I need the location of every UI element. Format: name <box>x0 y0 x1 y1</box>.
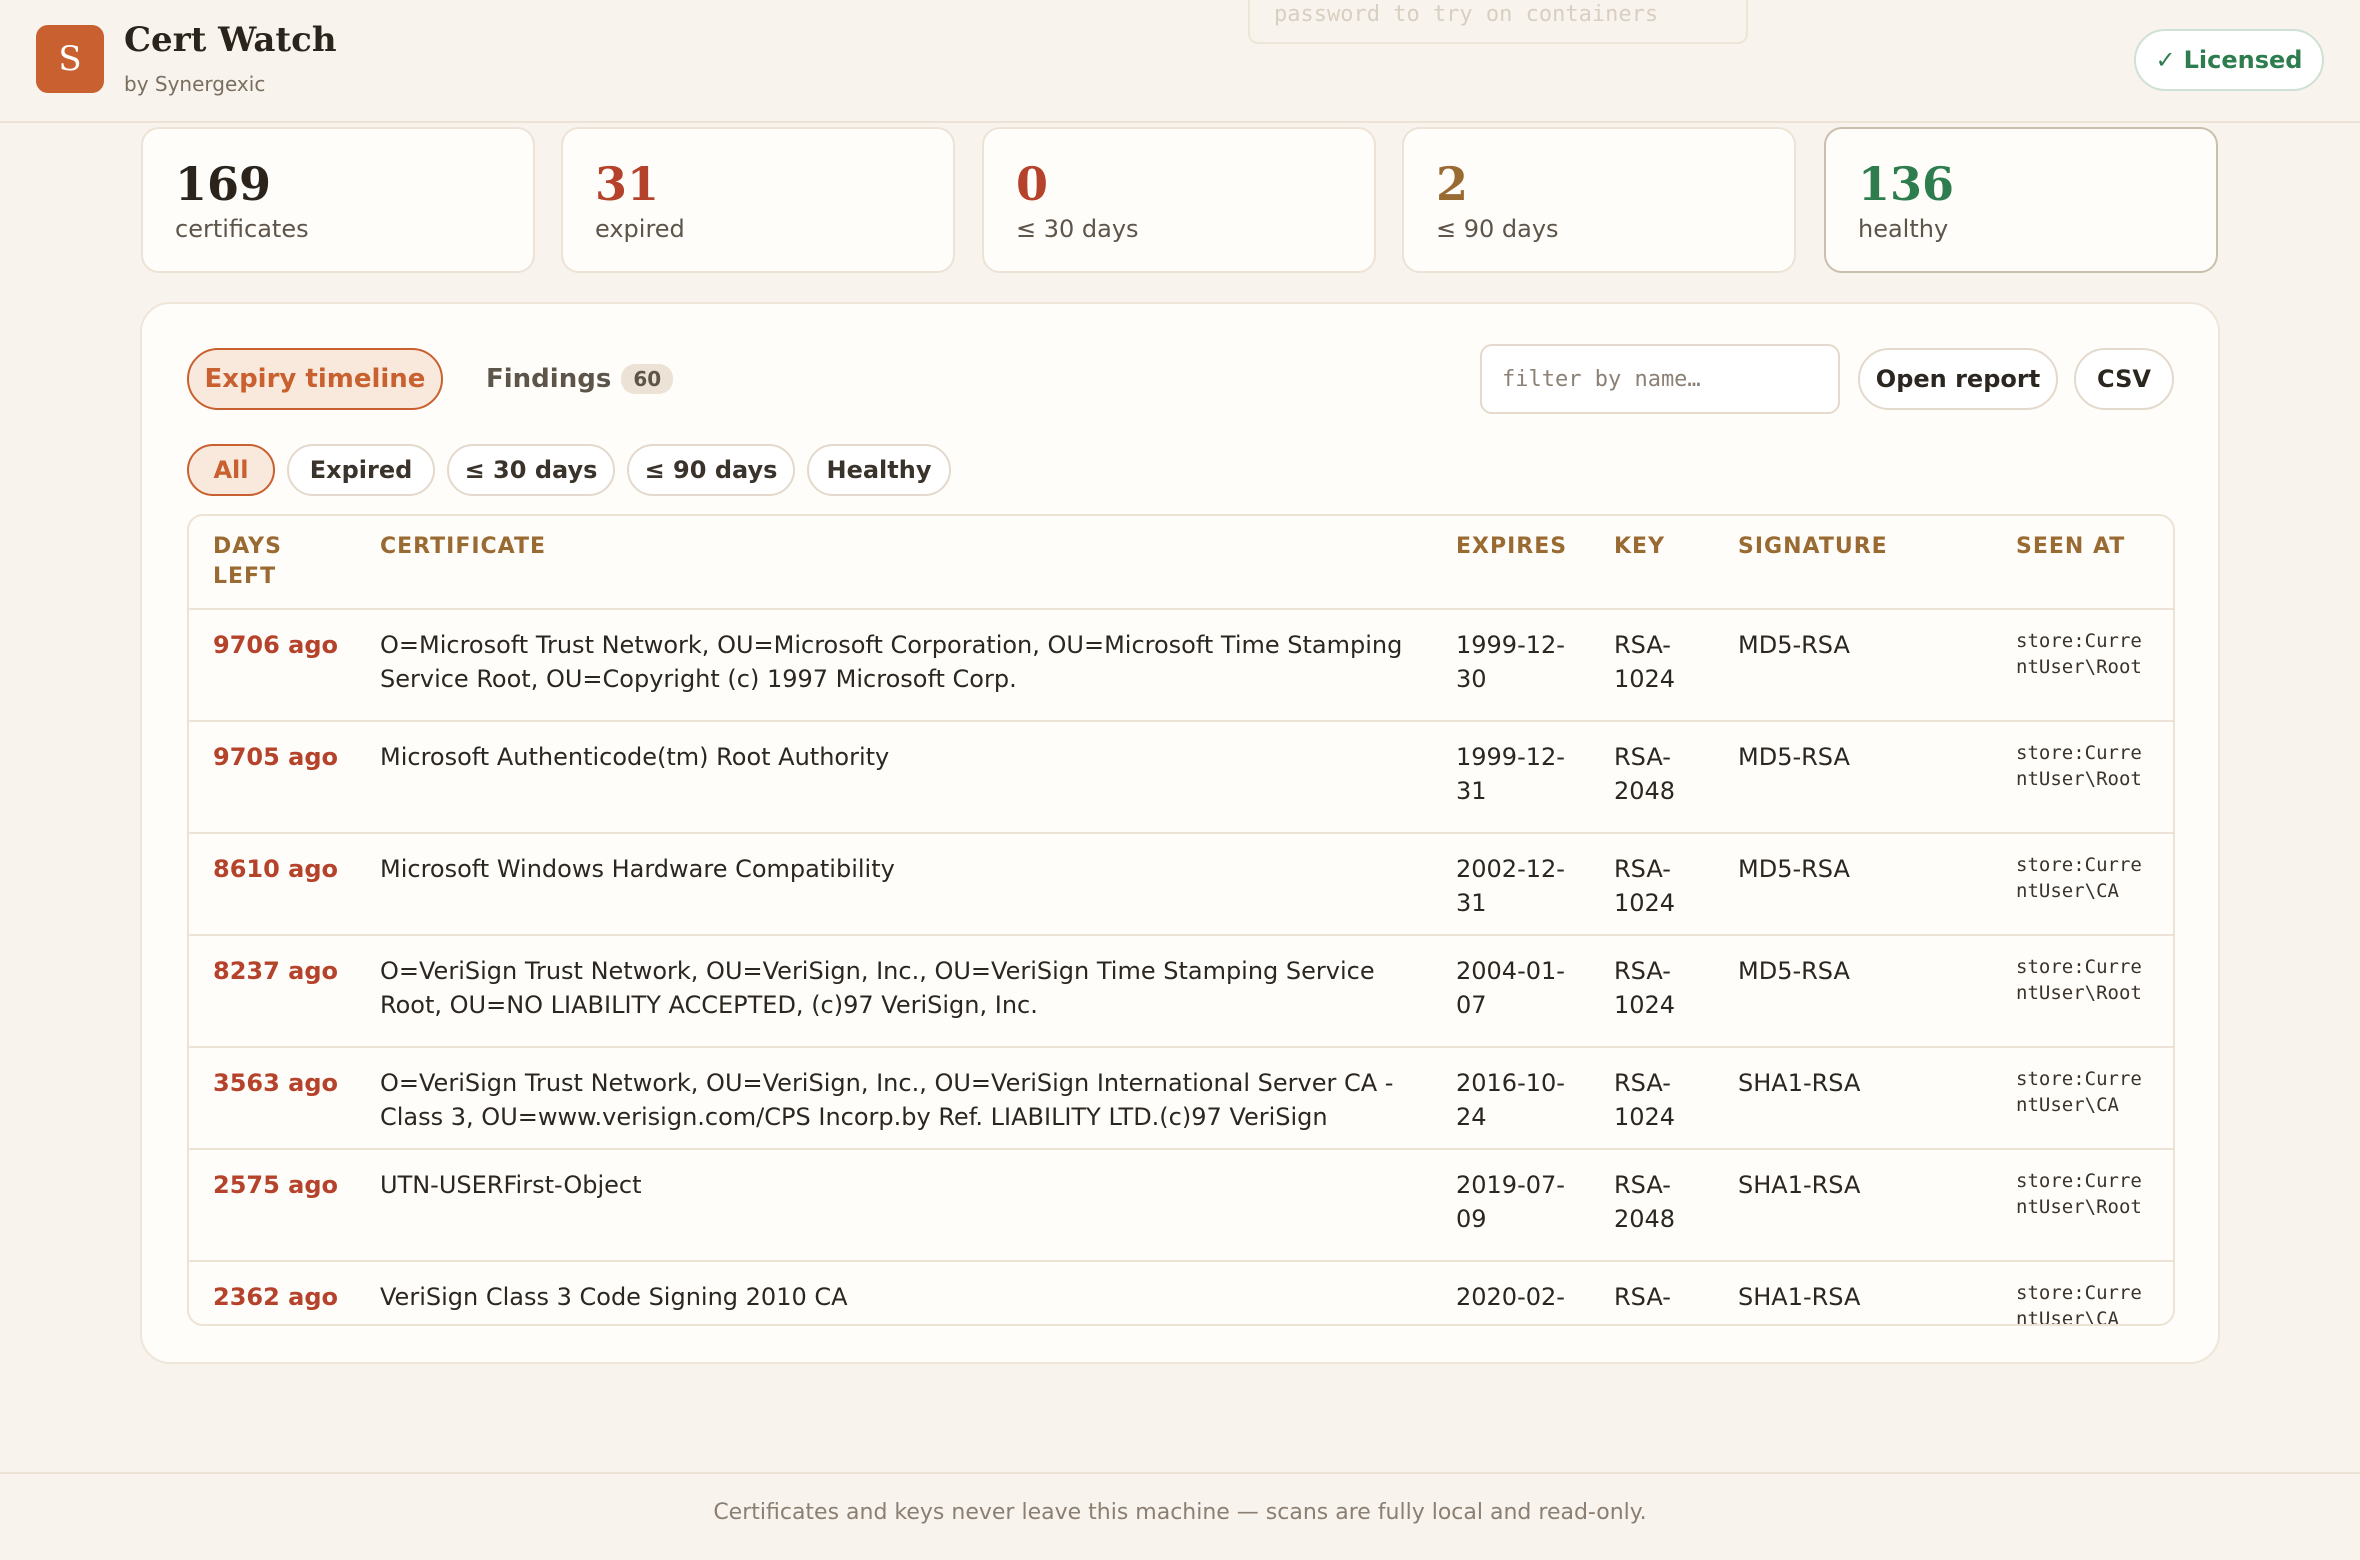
stat-card-certificates[interactable]: 169 certificates <box>141 127 535 273</box>
table-row[interactable]: 2575 ago UTN-USERFirst-Object 2019-07-09… <box>189 1150 2173 1262</box>
expires-cell: 2002-12-31 <box>1456 855 1565 917</box>
header-signature[interactable]: SIGNATURE <box>1738 532 1888 562</box>
expires-cell: 2020-02- <box>1456 1283 1565 1311</box>
seen-at-cell: store:CurrentUser\Root <box>2016 956 2142 1004</box>
header-key[interactable]: KEY <box>1614 532 1665 562</box>
signature-cell: MD5-RSA <box>1738 743 1850 771</box>
header-days-left[interactable]: DAYS LEFT <box>213 532 313 592</box>
key-cell: RSA-1024 <box>1614 957 1676 1019</box>
certificate-cell: VeriSign Class 3 Code Signing 2010 CA <box>380 1283 848 1311</box>
expires-cell: 2019-07-09 <box>1456 1171 1565 1233</box>
certificate-cell: Microsoft Authenticode(tm) Root Authorit… <box>380 743 890 771</box>
filter-pill-expired[interactable]: Expired <box>287 444 435 496</box>
seen-at-cell: store:CurrentUser\Root <box>2016 630 2142 678</box>
header-expires[interactable]: EXPIRES <box>1456 532 1567 562</box>
tab-findings-label: Findings <box>486 364 612 394</box>
stat-label: healthy <box>1858 215 1949 243</box>
signature-cell: SHA1-RSA <box>1738 1283 1861 1311</box>
certificate-cell: O=VeriSign Trust Network, OU=VeriSign, I… <box>380 1069 1394 1131</box>
filter-pill-healthy[interactable]: Healthy <box>807 444 951 496</box>
stat-value: 169 <box>175 157 272 211</box>
licensed-label: Licensed <box>2183 46 2303 74</box>
filter-pill-all[interactable]: All <box>187 444 275 496</box>
days-left-cell: 3563 ago <box>213 1069 339 1097</box>
seen-at-cell: store:CurrentUser\Root <box>2016 742 2142 790</box>
signature-cell: MD5-RSA <box>1738 631 1850 659</box>
days-left-cell: 2362 ago <box>213 1283 339 1311</box>
stat-value: 0 <box>1016 157 1049 211</box>
expires-cell: 2016-10-24 <box>1456 1069 1565 1131</box>
days-left-cell: 9706 ago <box>213 631 339 659</box>
table-row[interactable]: 3563 ago O=VeriSign Trust Network, OU=Ve… <box>189 1048 2173 1150</box>
seen-at-cell: store:CurrentUser\CA <box>2016 854 2142 902</box>
seen-at-cell: store:CurrentUser\Root <box>2016 1170 2142 1218</box>
stat-label: ≤ 30 days <box>1016 215 1139 243</box>
table-row[interactable]: 8237 ago O=VeriSign Trust Network, OU=Ve… <box>189 936 2173 1048</box>
expires-cell: 1999-12-31 <box>1456 743 1565 805</box>
signature-cell: SHA1-RSA <box>1738 1069 1861 1097</box>
check-icon: ✓ <box>2155 46 2176 74</box>
key-cell: RSA- <box>1614 1283 1671 1311</box>
key-cell: RSA-2048 <box>1614 1171 1676 1233</box>
stat-value: 2 <box>1436 157 1469 211</box>
stat-card-healthy[interactable]: 136 healthy <box>1824 127 2218 273</box>
footer: Certificates and keys never leave this m… <box>0 1472 2360 1560</box>
open-report-button[interactable]: Open report <box>1858 348 2058 410</box>
days-left-cell: 2575 ago <box>213 1171 339 1199</box>
stat-label: expired <box>595 215 685 243</box>
seen-at-cell: store:CurrentUser\CA <box>2016 1282 2142 1326</box>
table-row[interactable]: 9705 ago Microsoft Authenticode(tm) Root… <box>189 722 2173 834</box>
days-left-cell: 8610 ago <box>213 855 339 883</box>
signature-cell: SHA1-RSA <box>1738 1171 1861 1199</box>
main-panel: Expiry timeline Findings 60 Open report … <box>140 302 2220 1364</box>
findings-count-badge: 60 <box>621 364 674 394</box>
header-seen-at[interactable]: SEEN AT <box>2016 532 2125 562</box>
filter-pill-30-days[interactable]: ≤ 30 days <box>447 444 615 496</box>
table-header: DAYS LEFT CERTIFICATE EXPIRES KEY SIGNAT… <box>189 516 2173 610</box>
stat-value: 136 <box>1858 157 1955 211</box>
app-header: S Cert Watch by Synergexic password to t… <box>0 0 2360 123</box>
table-row[interactable]: 8610 ago Microsoft Windows Hardware Comp… <box>189 834 2173 936</box>
key-cell: RSA-1024 <box>1614 631 1676 693</box>
app-title: Cert Watch <box>124 20 337 60</box>
key-cell: RSA-1024 <box>1614 1069 1676 1131</box>
certificate-cell: UTN-USERFirst-Object <box>380 1171 642 1199</box>
certificate-cell: O=VeriSign Trust Network, OU=VeriSign, I… <box>380 957 1375 1019</box>
stat-card-90-days[interactable]: 2 ≤ 90 days <box>1402 127 1796 273</box>
app-logo: S <box>36 25 104 93</box>
stat-value: 31 <box>595 157 660 211</box>
signature-cell: MD5-RSA <box>1738 957 1850 985</box>
stat-card-30-days[interactable]: 0 ≤ 30 days <box>982 127 1376 273</box>
expires-cell: 2004-01-07 <box>1456 957 1565 1019</box>
key-cell: RSA-2048 <box>1614 743 1676 805</box>
expiry-table: DAYS LEFT CERTIFICATE EXPIRES KEY SIGNAT… <box>187 514 2175 1326</box>
header-certificate[interactable]: CERTIFICATE <box>380 532 546 562</box>
stat-label: ≤ 90 days <box>1436 215 1559 243</box>
csv-button[interactable]: CSV <box>2074 348 2174 410</box>
app-subtitle: by Synergexic <box>124 72 266 96</box>
table-row[interactable]: 9706 ago O=Microsoft Trust Network, OU=M… <box>189 610 2173 722</box>
stat-card-expired[interactable]: 31 expired <box>561 127 955 273</box>
stat-label: certificates <box>175 215 309 243</box>
footer-privacy-note: Certificates and keys never leave this m… <box>713 1500 1647 1525</box>
background-password-field: password to try on containers <box>1248 0 1748 44</box>
key-cell: RSA-1024 <box>1614 855 1676 917</box>
expires-cell: 1999-12-30 <box>1456 631 1565 693</box>
certificate-cell: O=Microsoft Trust Network, OU=Microsoft … <box>380 631 1403 693</box>
signature-cell: MD5-RSA <box>1738 855 1850 883</box>
licensed-badge[interactable]: ✓ Licensed <box>2134 29 2324 91</box>
tab-expiry-timeline[interactable]: Expiry timeline <box>187 348 443 410</box>
seen-at-cell: store:CurrentUser\CA <box>2016 1068 2142 1116</box>
days-left-cell: 8237 ago <box>213 957 339 985</box>
certificate-cell: Microsoft Windows Hardware Compatibility <box>380 855 895 883</box>
days-left-cell: 9705 ago <box>213 743 339 771</box>
filter-input[interactable] <box>1480 344 1840 414</box>
tab-findings[interactable]: Findings 60 <box>486 348 674 410</box>
table-row[interactable]: 2362 ago VeriSign Class 3 Code Signing 2… <box>189 1262 2173 1326</box>
filter-pill-90-days[interactable]: ≤ 90 days <box>627 444 795 496</box>
